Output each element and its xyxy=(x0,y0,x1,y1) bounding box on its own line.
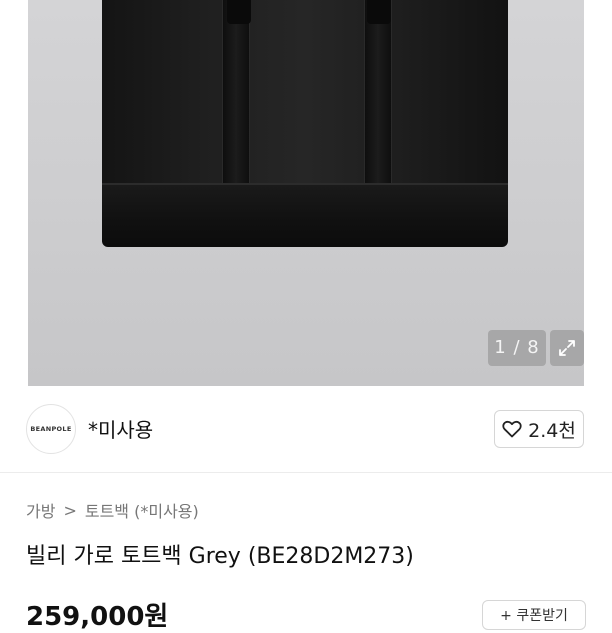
bag-strap-left xyxy=(222,0,250,192)
page-margin-right xyxy=(584,0,612,386)
bag-strap-tab-left xyxy=(227,0,251,24)
heart-icon xyxy=(502,420,522,438)
coupon-button[interactable]: + 쿠폰받기 xyxy=(482,600,586,630)
breadcrumb-separator: > xyxy=(63,500,77,520)
bag-strap-right xyxy=(364,0,392,192)
like-button[interactable]: 2.4천 xyxy=(494,410,584,448)
seller-info: BEANPOLE *미사용 2.4천 xyxy=(0,386,612,473)
breadcrumb: 가방 > 토트백 (*미사용) xyxy=(26,498,199,522)
page-margin-left xyxy=(0,0,28,386)
expand-icon xyxy=(559,340,575,356)
image-counter: 1 / 8 xyxy=(488,330,546,366)
product-title: 빌리 가로 토트백 Grey (BE28D2M273) xyxy=(26,544,414,569)
product-price: 259,000원 xyxy=(26,602,169,632)
seller-logo-text: BEANPOLE xyxy=(30,425,72,433)
breadcrumb-category[interactable]: 가방 xyxy=(26,498,55,522)
bag-base xyxy=(102,183,508,247)
bag-strap-tab-right xyxy=(367,0,391,24)
seller-name[interactable]: *미사용 xyxy=(88,414,153,443)
product-image[interactable] xyxy=(28,0,584,386)
seller-avatar[interactable]: BEANPOLE xyxy=(26,404,76,454)
expand-button[interactable] xyxy=(550,330,584,366)
breadcrumb-subcategory[interactable]: 토트백 (*미사용) xyxy=(85,498,199,522)
like-count: 2.4천 xyxy=(528,419,576,442)
